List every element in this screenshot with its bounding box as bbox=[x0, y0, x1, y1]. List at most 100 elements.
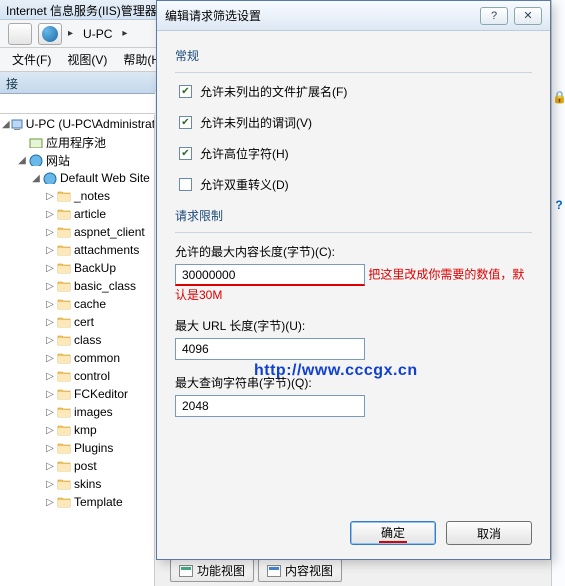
row-allow-double-escape: 允许双重转义(D) bbox=[179, 176, 532, 193]
dialog-close-button[interactable]: ✕ bbox=[514, 7, 542, 25]
menu-file[interactable]: 文件(F) bbox=[4, 48, 59, 71]
tree-folder-template[interactable]: ▷Template bbox=[0, 493, 154, 511]
nav-globe-button[interactable] bbox=[38, 23, 62, 45]
label-allow-verbs: 允许未列出的谓词(V) bbox=[200, 114, 312, 131]
tree-folder-skins[interactable]: ▷skins bbox=[0, 475, 154, 493]
tree-label: _notes bbox=[74, 189, 110, 203]
tree-folder-cert[interactable]: ▷ cert bbox=[0, 313, 154, 331]
tree-folder-basic_class[interactable]: ▷basic_class bbox=[0, 277, 154, 295]
tree-folder-backup[interactable]: ▷BackUp bbox=[0, 259, 154, 277]
content-view-icon bbox=[267, 565, 281, 577]
expander-icon[interactable]: ▷ bbox=[44, 353, 56, 364]
expander-icon[interactable]: ◢ bbox=[30, 173, 42, 184]
tree-folder-attachments[interactable]: ▷attachments bbox=[0, 241, 154, 259]
separator bbox=[175, 232, 532, 233]
connections-label: 接 bbox=[6, 77, 18, 91]
expander-icon[interactable]: ▷ bbox=[44, 407, 56, 418]
connections-tree[interactable]: ◢ U-PC (U-PC\Administrator) 应用程序池 ◢ 网站 ◢ Defau… bbox=[0, 115, 155, 586]
expander-icon[interactable]: ▷ bbox=[44, 299, 56, 310]
expander-icon[interactable]: ◢ bbox=[16, 155, 28, 166]
tree-folder-kmp[interactable]: ▷ kmp bbox=[0, 421, 154, 439]
tree-server-node[interactable]: ◢ U-PC (U-PC\Administrator) bbox=[0, 115, 154, 133]
expander-icon[interactable]: ▷ bbox=[44, 191, 56, 202]
checkbox-allow-highbit[interactable] bbox=[179, 147, 192, 160]
tree-label: article bbox=[74, 207, 106, 221]
nav-location: U-PC bbox=[79, 27, 116, 41]
expander-icon[interactable]: ▷ bbox=[44, 209, 56, 220]
tree-label: 应用程序池 bbox=[46, 134, 106, 151]
tree-folder-_notes[interactable]: ▷ _notes bbox=[0, 187, 154, 205]
tree-folder-cache[interactable]: ▷cache bbox=[0, 295, 154, 313]
tree-folder-aspnet_client[interactable]: ▷aspnet_client bbox=[0, 223, 154, 241]
expander-icon[interactable]: ▷ bbox=[44, 317, 56, 328]
help-icon[interactable]: ? bbox=[552, 198, 565, 216]
expander-icon[interactable]: ▷ bbox=[44, 389, 56, 400]
expander-icon[interactable]: ▷ bbox=[44, 371, 56, 382]
tree-folder-post-icon bbox=[56, 458, 72, 474]
tree-folder-article-icon bbox=[56, 206, 72, 222]
tree-folder-plugins-icon bbox=[56, 440, 72, 456]
tree-folder-control-icon bbox=[56, 368, 72, 384]
expander-icon[interactable]: ▷ bbox=[44, 425, 56, 436]
tab-content-view[interactable]: 内容视图 bbox=[258, 559, 342, 582]
checkbox-allow-ext[interactable] bbox=[179, 85, 192, 98]
expander-icon[interactable]: ▷ bbox=[44, 245, 56, 256]
tree-label: Plugins bbox=[74, 441, 113, 455]
dialog-titlebar[interactable]: 编辑请求筛选设置 ? ✕ bbox=[157, 1, 550, 31]
tree-sites-icon bbox=[28, 152, 44, 168]
checkbox-allow-verbs[interactable] bbox=[179, 116, 192, 129]
expander-icon[interactable]: ▷ bbox=[44, 479, 56, 490]
expander-icon[interactable]: ◢ bbox=[2, 119, 10, 130]
tree-folder-basic_class-icon bbox=[56, 278, 72, 294]
tab-content-label: 内容视图 bbox=[285, 562, 333, 579]
tree-label: kmp bbox=[74, 423, 97, 437]
cancel-button[interactable]: 取消 bbox=[446, 521, 532, 545]
label-max-query: 最大查询字符串(字节)(Q): bbox=[175, 374, 532, 391]
expander-icon[interactable]: ▷ bbox=[44, 281, 56, 292]
tree-folder-common[interactable]: ▷common bbox=[0, 349, 154, 367]
tree-folder-images[interactable]: ▷images bbox=[0, 403, 154, 421]
expander-icon[interactable]: ▷ bbox=[44, 443, 56, 454]
view-tabs: 功能视图 内容视图 bbox=[170, 559, 342, 582]
tree-label: cert bbox=[74, 315, 94, 329]
tree-folder-aspnet_client-icon bbox=[56, 224, 72, 240]
cancel-button-label: 取消 bbox=[477, 525, 501, 542]
window-controls: ? ✕ bbox=[480, 7, 542, 25]
tree-default-site-icon bbox=[42, 170, 58, 186]
tree-folder-plugins[interactable]: ▷ Plugins bbox=[0, 439, 154, 457]
expander-icon[interactable]: ▷ bbox=[44, 461, 56, 472]
menu-view[interactable]: 视图(V) bbox=[59, 48, 115, 71]
tree-app-pools[interactable]: 应用程序池 bbox=[0, 133, 154, 151]
input-max-query[interactable] bbox=[175, 395, 365, 417]
input-max-content[interactable] bbox=[175, 264, 365, 286]
expander-icon[interactable]: ▷ bbox=[44, 497, 56, 508]
nav-back-button[interactable] bbox=[8, 23, 32, 45]
ok-button[interactable]: 确定 bbox=[350, 521, 436, 545]
tab-features-view[interactable]: 功能视图 bbox=[170, 559, 254, 582]
features-view-icon bbox=[179, 565, 193, 577]
dialog-help-button[interactable]: ? bbox=[480, 7, 508, 25]
group-limits-label: 请求限制 bbox=[175, 207, 532, 224]
tree-sites[interactable]: ◢ 网站 bbox=[0, 151, 154, 169]
tree-folder-post[interactable]: ▷post bbox=[0, 457, 154, 475]
tree-default-site[interactable]: ◢ Default Web Site bbox=[0, 169, 154, 187]
expander-icon[interactable]: ▷ bbox=[44, 335, 56, 346]
dialog-title: 编辑请求筛选设置 bbox=[165, 7, 261, 24]
actions-edge: 🔒 ? bbox=[551, 0, 565, 586]
tree-label: Default Web Site bbox=[60, 171, 150, 185]
checkbox-allow-double[interactable] bbox=[179, 178, 192, 191]
expander-icon[interactable]: ▷ bbox=[44, 227, 56, 238]
label-max-url: 最大 URL 长度(字节)(U): bbox=[175, 317, 532, 334]
tree-label: class bbox=[74, 333, 101, 347]
tree-folder-class[interactable]: ▷ class bbox=[0, 331, 154, 349]
tree-label: 网站 bbox=[46, 152, 70, 169]
tree-folder-template-icon bbox=[56, 494, 72, 510]
tree-folder-control[interactable]: ▷control bbox=[0, 367, 154, 385]
tree-folder-fckeditor[interactable]: ▷FCKeditor bbox=[0, 385, 154, 403]
nav-arrow-sep2: ▸ bbox=[122, 28, 127, 39]
input-max-url[interactable] bbox=[175, 338, 365, 360]
tree-label: U-PC (U-PC\Administrator) bbox=[26, 117, 155, 131]
tree-folder-article[interactable]: ▷ article bbox=[0, 205, 154, 223]
tree-folder-_notes-icon bbox=[56, 188, 72, 204]
expander-icon[interactable]: ▷ bbox=[44, 263, 56, 274]
